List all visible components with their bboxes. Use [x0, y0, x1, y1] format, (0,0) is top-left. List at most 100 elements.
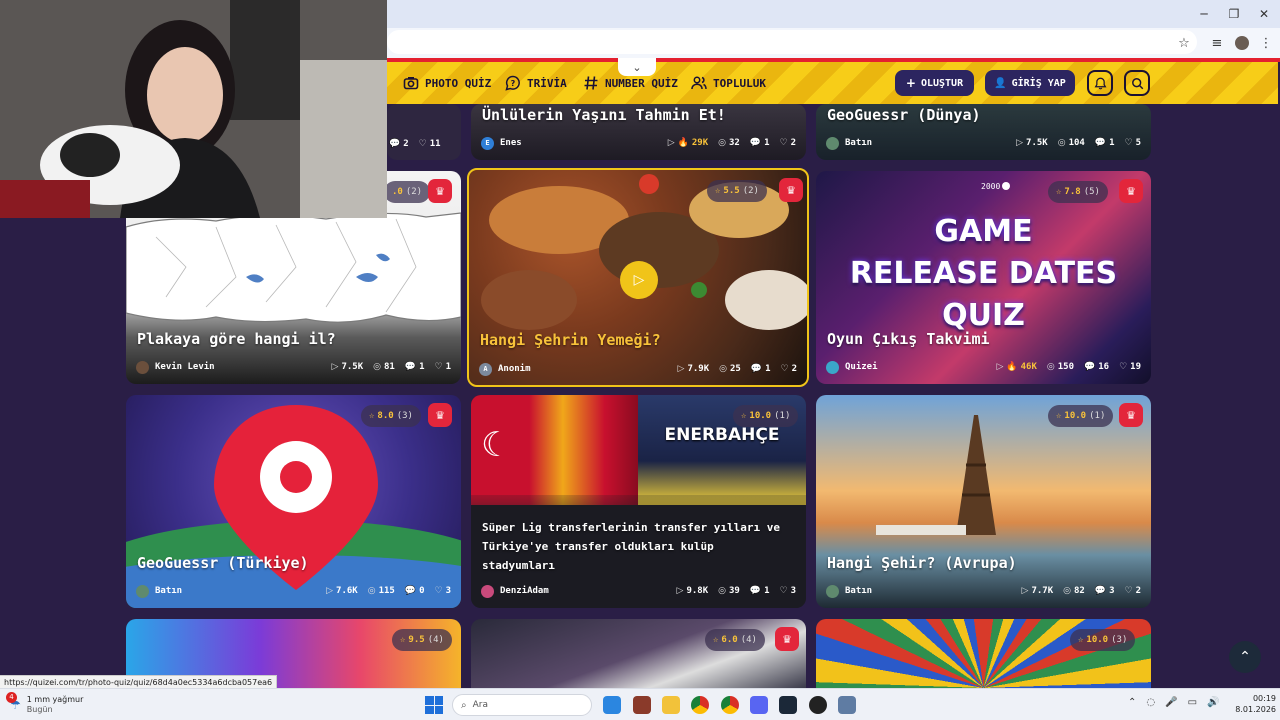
card-author[interactable]: E Enes: [481, 136, 668, 150]
play-button[interactable]: ▷: [620, 261, 658, 299]
microphone-icon[interactable]: 🎤: [1165, 697, 1177, 713]
author-name: DenziAdam: [500, 586, 549, 596]
rating-badge: ☆ 7.8 (5): [1048, 181, 1108, 203]
card-title: Hangi Şehrin Yemeği?: [480, 331, 661, 349]
quiz-card-hovered[interactable]: ▷ ☆ 5.5 (2) ♛ Hangi Şehrin Yemeği? A Anonim…: [467, 168, 809, 387]
premium-button[interactable]: ♛: [1119, 403, 1143, 427]
nav-community[interactable]: TOPLULUK: [691, 74, 766, 92]
camera-icon: ◎: [719, 364, 728, 374]
premium-button[interactable]: ♛: [779, 178, 803, 202]
display-icon[interactable]: ▭: [1188, 697, 1197, 713]
card-author[interactable]: Batın: [136, 584, 326, 598]
file-explorer-icon[interactable]: [662, 696, 680, 714]
slider-thumb[interactable]: [1002, 181, 1011, 190]
create-button[interactable]: + OLUŞTUR: [895, 70, 974, 96]
photo-stat: ◎ 81: [373, 362, 395, 372]
quiz-card[interactable]: ☆ 10.0 (1) ♛ Hangi Şehir? (Avrupa) Batın ▷…: [816, 395, 1151, 608]
clock-time: 00:19: [1252, 694, 1276, 703]
quiz-card[interactable]: ☾ ENERBAHÇE ☆ 10.0 (1) Süper Lig transferl…: [471, 395, 806, 608]
bookmark-star-icon[interactable]: ☆: [1175, 34, 1193, 52]
create-button-label: OLUŞTUR: [920, 77, 964, 89]
search-button[interactable]: [1124, 70, 1150, 96]
view-stat: ▷ 🔥 29K: [668, 138, 708, 148]
quiz-card[interactable]: ☆ 6.0 (4) ♛: [471, 619, 806, 688]
avatar: [481, 584, 494, 598]
card-author[interactable]: DenziAdam: [481, 584, 677, 598]
media-control-icon[interactable]: ≡: [1208, 34, 1226, 52]
quiz-card[interactable]: 2000 GAME RELEASE DATES QUIZ ☆ 7.8 (5) ♛ O…: [816, 171, 1151, 384]
site-navbar: PHOTO QUİZ ? TRİVİA NUMBER QUİZ TOPLULUK…: [387, 62, 1278, 104]
heart-icon: ♡: [779, 586, 788, 596]
card-author[interactable]: Batın: [826, 136, 1016, 150]
nav-number-quiz[interactable]: NUMBER QUİZ: [583, 74, 678, 92]
browser-menu-icon[interactable]: ⋮: [1257, 34, 1275, 52]
card-author[interactable]: Batın: [826, 584, 1022, 598]
collapse-toggle[interactable]: ⌄: [618, 58, 656, 76]
nav-photo-quiz[interactable]: PHOTO QUİZ: [403, 74, 491, 92]
profile-avatar[interactable]: [1233, 34, 1251, 52]
premium-button[interactable]: ♛: [775, 627, 799, 651]
discord-icon[interactable]: [750, 696, 768, 714]
card-author[interactable]: A Anonim: [479, 362, 678, 376]
rating-value: .0: [392, 187, 403, 197]
rating-value: 7.8: [1064, 187, 1081, 197]
login-button[interactable]: 👤 GİRİŞ YAP: [985, 70, 1075, 96]
photo-stat: ◎ 150: [1047, 362, 1074, 372]
comment-stat: 💬 0: [405, 586, 425, 596]
like-count: 3: [445, 586, 451, 596]
card-author[interactable]: Kevin Levin: [136, 360, 332, 374]
start-button[interactable]: [425, 696, 443, 714]
comment-icon: 💬: [404, 362, 417, 372]
quiz-card[interactable]: ☆ 10.0 (3): [816, 619, 1151, 688]
play-icon: ▷: [633, 272, 645, 288]
premium-button[interactable]: ♛: [428, 179, 452, 203]
quiz-card[interactable]: Ünlülerin Yaşını Tahmin Et! E Enes ▷ 🔥 29K …: [471, 104, 806, 160]
premium-button[interactable]: ♛: [1119, 179, 1143, 203]
heart-icon: ♡: [1119, 362, 1128, 372]
like-stat: ♡ 19: [1119, 362, 1141, 372]
volume-icon[interactable]: 🔊: [1207, 697, 1219, 713]
chat-question-icon: ?: [505, 75, 520, 91]
nav-trivia[interactable]: ? TRİVİA: [505, 74, 567, 92]
fenerbahce-banner-text: ENERBAHÇE: [664, 425, 780, 445]
close-icon[interactable]: ✕: [1246, 0, 1280, 28]
premium-button[interactable]: ♛: [428, 403, 452, 427]
card-title: Hangi Şehir? (Avrupa): [827, 554, 1017, 572]
comment-count: 1: [1109, 138, 1115, 148]
quiz-card-partial[interactable]: 💬 2 ♡ 11: [387, 104, 461, 160]
address-input[interactable]: [387, 30, 1197, 54]
play-icon: ▷: [677, 364, 685, 374]
star-icon: ☆: [715, 186, 721, 196]
card-author[interactable]: Quizei: [826, 360, 996, 374]
image-text-line: RELEASE DATES: [849, 256, 1118, 291]
system-tray[interactable]: ⌃ ◌ 🎤 ▭ 🔊: [1128, 697, 1224, 713]
like-count: 11: [429, 139, 441, 149]
view-count: 7.5K: [341, 362, 364, 372]
notification-button[interactable]: [1087, 70, 1113, 96]
comment-stat: 💬 1: [751, 364, 771, 374]
comment-stat: 💬 3: [1095, 586, 1115, 596]
obs-icon[interactable]: [809, 696, 827, 714]
year-slider[interactable]: 2000: [816, 179, 1011, 193]
chrome-icon[interactable]: [691, 696, 709, 714]
quiz-card[interactable]: ☆ 8.0 (3) ♛ GeoGuessr (Türkiye) Batın ▷ 7.6…: [126, 395, 461, 608]
clock[interactable]: 00:19 8.01.2026: [1228, 693, 1276, 715]
hash-icon: [584, 76, 598, 90]
weather-icon: ☂ 4: [6, 692, 21, 712]
steam-icon[interactable]: [779, 696, 797, 714]
tray-chevron-up-icon[interactable]: ⌃: [1128, 697, 1136, 713]
game-release-image-text: GAME RELEASE DATES QUIZ: [816, 211, 1151, 337]
settings-icon[interactable]: [838, 696, 856, 714]
network-icon[interactable]: ◌: [1146, 697, 1155, 713]
edge-icon[interactable]: [603, 696, 621, 714]
view-count: 7.6K: [336, 586, 358, 596]
view-stat: ▷ 7.9K: [678, 364, 710, 374]
camera-icon: ◎: [373, 362, 382, 372]
quiz-card[interactable]: GeoGuessr (Dünya) Batın ▷ 7.5K ◎ 104 💬 1 ♡ 5: [816, 104, 1151, 160]
weather-widget[interactable]: ☂ 4 1 mm yağmur Bugün: [6, 692, 83, 717]
taskbar-search[interactable]: ⌕ Ara: [452, 694, 592, 716]
scroll-to-top-button[interactable]: ⌃: [1229, 641, 1261, 673]
chrome-profile-icon[interactable]: [721, 696, 739, 714]
view-count: 7.7K: [1031, 586, 1054, 596]
app-icon[interactable]: [633, 696, 651, 714]
